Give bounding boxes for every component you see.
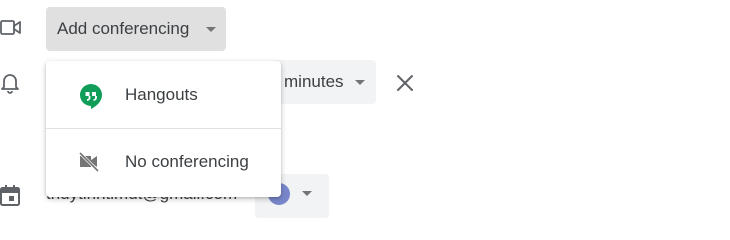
notification-unit-label: minutes: [284, 72, 344, 91]
menu-item-hangouts[interactable]: Hangouts: [46, 62, 281, 128]
bell-icon: [0, 72, 20, 94]
chevron-down-icon: [302, 191, 312, 196]
add-conferencing-label: Add conferencing: [57, 19, 190, 38]
calendar-icon: [0, 185, 20, 207]
chevron-down-icon: [206, 27, 216, 32]
menu-item-no-conferencing[interactable]: No conferencing: [46, 129, 281, 195]
chevron-down-icon: [355, 80, 365, 85]
menu-item-label: Hangouts: [125, 85, 198, 104]
video-camera-icon: [0, 19, 22, 37]
conferencing-menu: Hangouts No conferencing: [46, 61, 281, 197]
menu-item-label: No conferencing: [125, 152, 249, 171]
add-conferencing-select[interactable]: Add conferencing: [46, 7, 226, 51]
close-icon: [397, 75, 413, 91]
video-off-icon: [79, 152, 99, 172]
remove-notification-button[interactable]: [394, 72, 416, 94]
hangouts-icon: [79, 83, 103, 109]
